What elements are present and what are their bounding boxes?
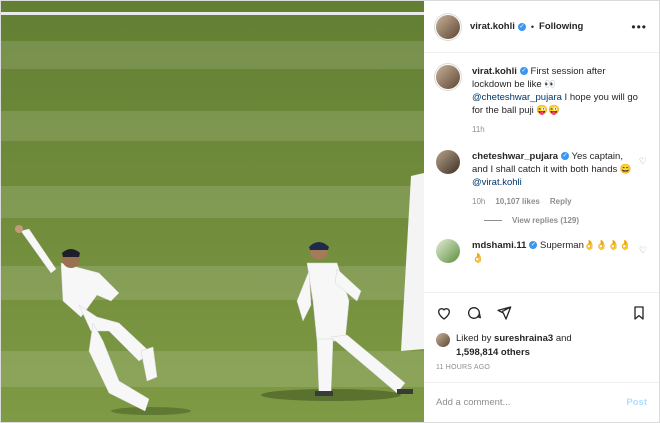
post-header: virat.kohli ✓ • Following ••• <box>424 1 659 53</box>
caption: virat.kohli ✓ First session after lockdow… <box>436 65 647 136</box>
comment-meta: 10h 10,107 likes Reply <box>472 195 633 208</box>
caption-username[interactable]: virat.kohli <box>472 66 517 77</box>
author-username[interactable]: virat.kohli <box>470 21 515 32</box>
likes-summary: Liked by sureshraina3 and 1,598,814 othe… <box>424 332 659 360</box>
separator-dot: • <box>530 21 535 32</box>
caption-body: virat.kohli ✓ First session after lockdow… <box>472 65 647 136</box>
post-timestamp[interactable]: 11 HOURS AGO <box>424 360 659 382</box>
comment-like-heart-icon[interactable]: ♡ <box>639 245 647 265</box>
comment-body: mdshami.11 ✓ Superman👌👌👌👌👌 <box>472 239 633 265</box>
verified-badge-icon: ✓ <box>517 22 526 31</box>
comment-likes[interactable]: 10,107 likes <box>495 195 539 208</box>
comment-body: cheteshwar_pujara ✓ Yes captain, and I sh… <box>472 150 633 208</box>
header-info: virat.kohli ✓ • Following <box>470 21 583 32</box>
comment-avatar[interactable] <box>436 239 460 263</box>
view-replies-button[interactable]: View replies (129) <box>484 216 647 225</box>
caption-avatar[interactable] <box>436 65 460 89</box>
comment-username[interactable]: mdshami.11 <box>472 240 526 251</box>
comment-item: cheteshwar_pujara ✓ Yes captain, and I sh… <box>436 150 647 208</box>
cricket-field-photo <box>1 1 424 422</box>
add-comment-input[interactable] <box>436 397 627 408</box>
post-comment-button[interactable]: Post <box>626 397 647 408</box>
caption-meta: 11h <box>472 123 647 136</box>
verified-badge-icon: ✓ <box>519 67 528 76</box>
likes-text: Liked by sureshraina3 and 1,598,814 othe… <box>456 332 572 360</box>
comments-list[interactable]: virat.kohli ✓ First session after lockdow… <box>424 53 659 292</box>
add-comment-bar: Post <box>424 382 659 422</box>
more-options-icon[interactable]: ••• <box>631 20 647 34</box>
following-button[interactable]: Following <box>539 21 583 32</box>
verified-badge-icon: ✓ <box>561 152 570 161</box>
post-image[interactable] <box>1 1 424 422</box>
comment-username[interactable]: cheteshwar_pujara <box>472 151 558 162</box>
comment-age[interactable]: 10h <box>472 195 485 208</box>
like-heart-icon[interactable] <box>436 305 452 321</box>
post-actions <box>424 292 659 332</box>
liker-username[interactable]: sureshraina3 <box>494 333 553 344</box>
verified-badge-icon: ✓ <box>529 241 538 250</box>
comment-like-heart-icon[interactable]: ♡ <box>639 156 647 208</box>
likes-prefix: Liked by <box>456 333 495 344</box>
liker-avatar[interactable] <box>436 333 450 347</box>
comment-bubble-icon[interactable] <box>466 305 482 321</box>
likes-count[interactable]: 1,598,814 others <box>456 347 530 358</box>
instagram-post: virat.kohli ✓ • Following ••• virat.kohl… <box>0 0 660 423</box>
likes-mid: and <box>553 333 572 344</box>
comment-item: mdshami.11 ✓ Superman👌👌👌👌👌 ♡ <box>436 239 647 265</box>
comment-avatar[interactable] <box>436 150 460 174</box>
bookmark-icon[interactable] <box>631 305 647 321</box>
caption-mention[interactable]: @cheteshwar_pujara <box>472 92 562 103</box>
post-side-panel: virat.kohli ✓ • Following ••• virat.kohl… <box>424 1 659 422</box>
share-send-icon[interactable] <box>496 305 512 321</box>
view-replies-line <box>484 220 502 221</box>
reply-button[interactable]: Reply <box>550 195 572 208</box>
author-avatar[interactable] <box>436 14 460 39</box>
comment-mention[interactable]: @virat.kohli <box>472 177 522 188</box>
caption-age[interactable]: 11h <box>472 123 485 136</box>
view-replies-label: View replies (129) <box>512 216 579 225</box>
